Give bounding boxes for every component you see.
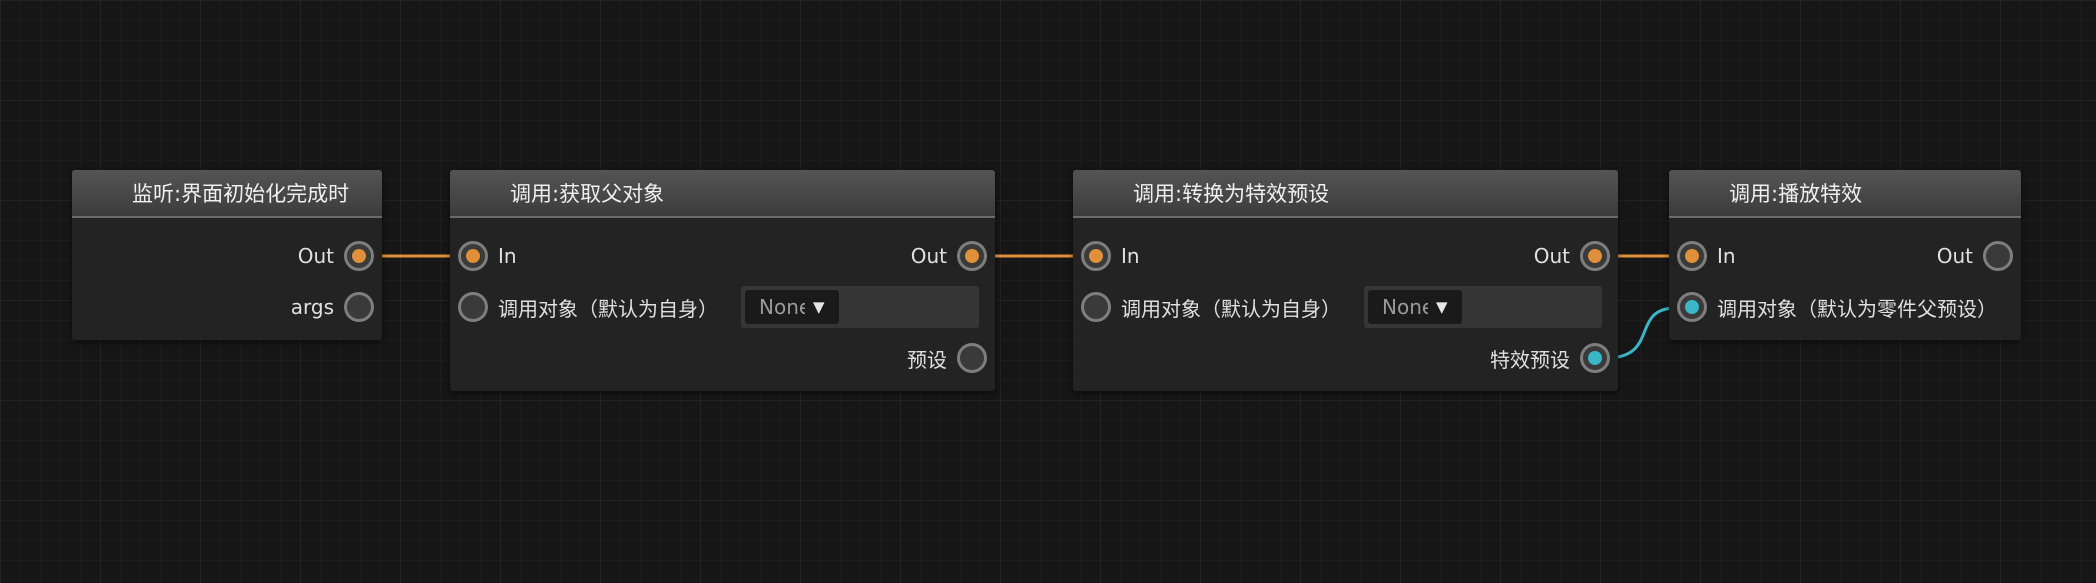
pin-label: 特效预设 xyxy=(1490,347,1570,372)
node-play-effect[interactable]: 调用:播放特效 In 调用对象（默认为零件父预设） Out xyxy=(1669,170,2021,340)
output-pin-out-row[interactable]: Out xyxy=(298,236,374,276)
input-pin-target-row[interactable]: 调用对象（默认为自身） xyxy=(458,287,718,327)
pin-label: In xyxy=(1717,244,1736,268)
exec-pin-icon[interactable] xyxy=(1081,241,1111,271)
node-listen-ui-init[interactable]: 监听:界面初始化完成时 Out args xyxy=(72,170,382,340)
pin-label: Out xyxy=(1533,244,1570,268)
pin-label: 预设 xyxy=(907,347,947,372)
caret-down-icon: ▼ xyxy=(813,298,825,316)
data-pin-icon[interactable] xyxy=(1081,292,1111,322)
exec-pin-icon[interactable] xyxy=(344,241,374,271)
data-pin-icon[interactable] xyxy=(1580,343,1610,373)
exec-pin-icon[interactable] xyxy=(1580,241,1610,271)
target-object-field[interactable]: None ▼ xyxy=(741,286,979,328)
node-title: 调用:播放特效 xyxy=(1669,170,2021,218)
dropdown-value: None xyxy=(1382,295,1428,319)
exec-pin-icon[interactable] xyxy=(458,241,488,271)
pin-label: Out xyxy=(297,244,334,268)
data-pin-icon[interactable] xyxy=(957,343,987,373)
input-pin-in-row[interactable]: In xyxy=(458,236,517,276)
pin-label: Out xyxy=(910,244,947,268)
object-dropdown[interactable]: None ▼ xyxy=(745,290,839,324)
output-pin-effect-preset-row[interactable]: 特效预设 xyxy=(1490,338,1610,378)
data-pin-icon[interactable] xyxy=(344,292,374,322)
caret-down-icon: ▼ xyxy=(1436,298,1448,316)
pin-label: 调用对象（默认为自身） xyxy=(498,296,718,321)
output-pin-out-row[interactable]: Out xyxy=(1534,236,1610,276)
pin-label: args xyxy=(290,295,334,319)
node-title: 调用:转换为特效预设 xyxy=(1073,170,1618,218)
input-pin-target-row[interactable]: 调用对象（默认为自身） xyxy=(1081,287,1341,327)
dropdown-value: None xyxy=(759,295,805,319)
node-get-parent-object[interactable]: 调用:获取父对象 In 调用对象（默认为自身） None ▼ Out 预设 xyxy=(450,170,995,391)
output-pin-out-row[interactable]: Out xyxy=(911,236,987,276)
node-title: 调用:获取父对象 xyxy=(450,170,995,218)
exec-pin-icon[interactable] xyxy=(1677,241,1707,271)
output-pin-args-row[interactable]: args xyxy=(291,287,374,327)
pin-label: 调用对象（默认为零件父预设） xyxy=(1717,296,1997,321)
output-pin-preset-row[interactable]: 预设 xyxy=(907,338,987,378)
input-pin-in-row[interactable]: In xyxy=(1677,236,1736,276)
output-pin-out-row[interactable]: Out xyxy=(1937,236,2013,276)
object-dropdown[interactable]: None ▼ xyxy=(1368,290,1462,324)
pin-label: Out xyxy=(1936,244,1973,268)
graph-canvas[interactable]: 监听:界面初始化完成时 Out args 调用:获取父对象 In 调用对象（默认… xyxy=(0,0,2096,583)
exec-pin-icon[interactable] xyxy=(957,241,987,271)
input-pin-target-row[interactable]: 调用对象（默认为零件父预设） xyxy=(1677,287,1997,327)
target-object-field[interactable]: None ▼ xyxy=(1364,286,1602,328)
node-convert-to-effect-preset[interactable]: 调用:转换为特效预设 In 调用对象（默认为自身） None ▼ Out 特效预… xyxy=(1073,170,1618,391)
pin-label: 调用对象（默认为自身） xyxy=(1121,296,1341,321)
pin-label: In xyxy=(498,244,517,268)
exec-pin-icon[interactable] xyxy=(1983,241,2013,271)
data-pin-icon[interactable] xyxy=(458,292,488,322)
pin-label: In xyxy=(1121,244,1140,268)
input-pin-in-row[interactable]: In xyxy=(1081,236,1140,276)
data-pin-icon[interactable] xyxy=(1677,292,1707,322)
node-title: 监听:界面初始化完成时 xyxy=(72,170,382,218)
